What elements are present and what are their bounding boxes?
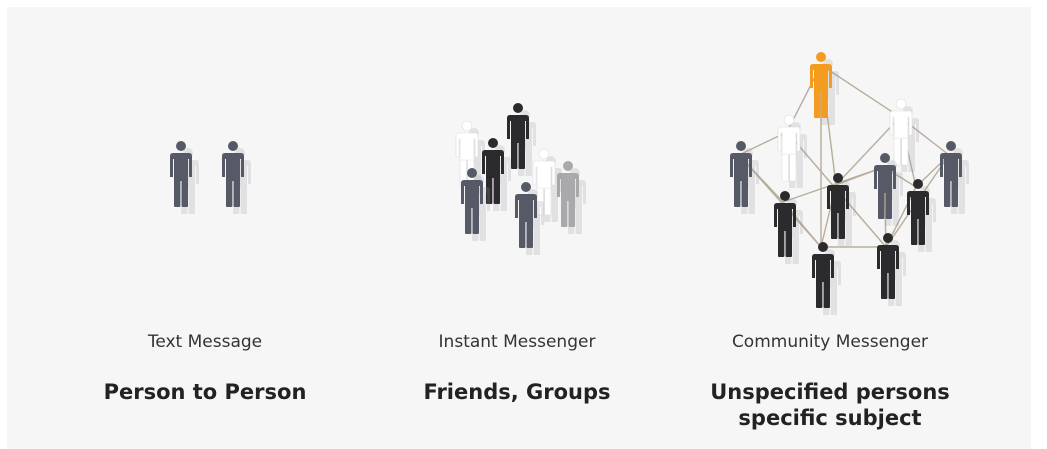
person-figure	[507, 103, 536, 176]
headline-line: specific subject	[738, 406, 922, 430]
headline-line: Friends, Groups	[423, 380, 611, 404]
column-headline: Friends, Groups	[357, 379, 677, 405]
column-headline: Person to Person	[45, 379, 365, 405]
person-figure	[812, 242, 841, 315]
person-figure	[170, 141, 199, 214]
person-figure	[877, 233, 906, 306]
person-figure	[482, 138, 511, 211]
person-figure-highlight	[810, 52, 839, 125]
headline-line: Unspecified persons	[710, 380, 950, 404]
person-figure	[730, 141, 759, 214]
column-caption: Instant Messenger	[438, 332, 596, 352]
person-figure	[222, 141, 251, 214]
community-network-illustration	[730, 52, 969, 315]
friends-groups-illustration	[455, 103, 586, 255]
column-caption: Text Message	[147, 332, 263, 352]
person-figure	[907, 179, 936, 252]
column-instant-messenger: Instant Messenger Friends, Groups	[357, 7, 677, 449]
comparison-panel: Text Message Person to Person Instant Me…	[7, 7, 1031, 449]
person-to-person-illustration	[170, 141, 251, 214]
column-text-message: Text Message Person to Person	[45, 7, 365, 449]
headline-line: Person to Person	[103, 380, 307, 404]
person-figure	[777, 114, 807, 188]
column-headline: Unspecified persons specific subject	[670, 379, 990, 431]
column-community-messenger: Community Messenger Unspecified persons …	[670, 7, 990, 449]
column-caption: Community Messenger	[731, 332, 929, 352]
person-figure	[774, 191, 803, 264]
